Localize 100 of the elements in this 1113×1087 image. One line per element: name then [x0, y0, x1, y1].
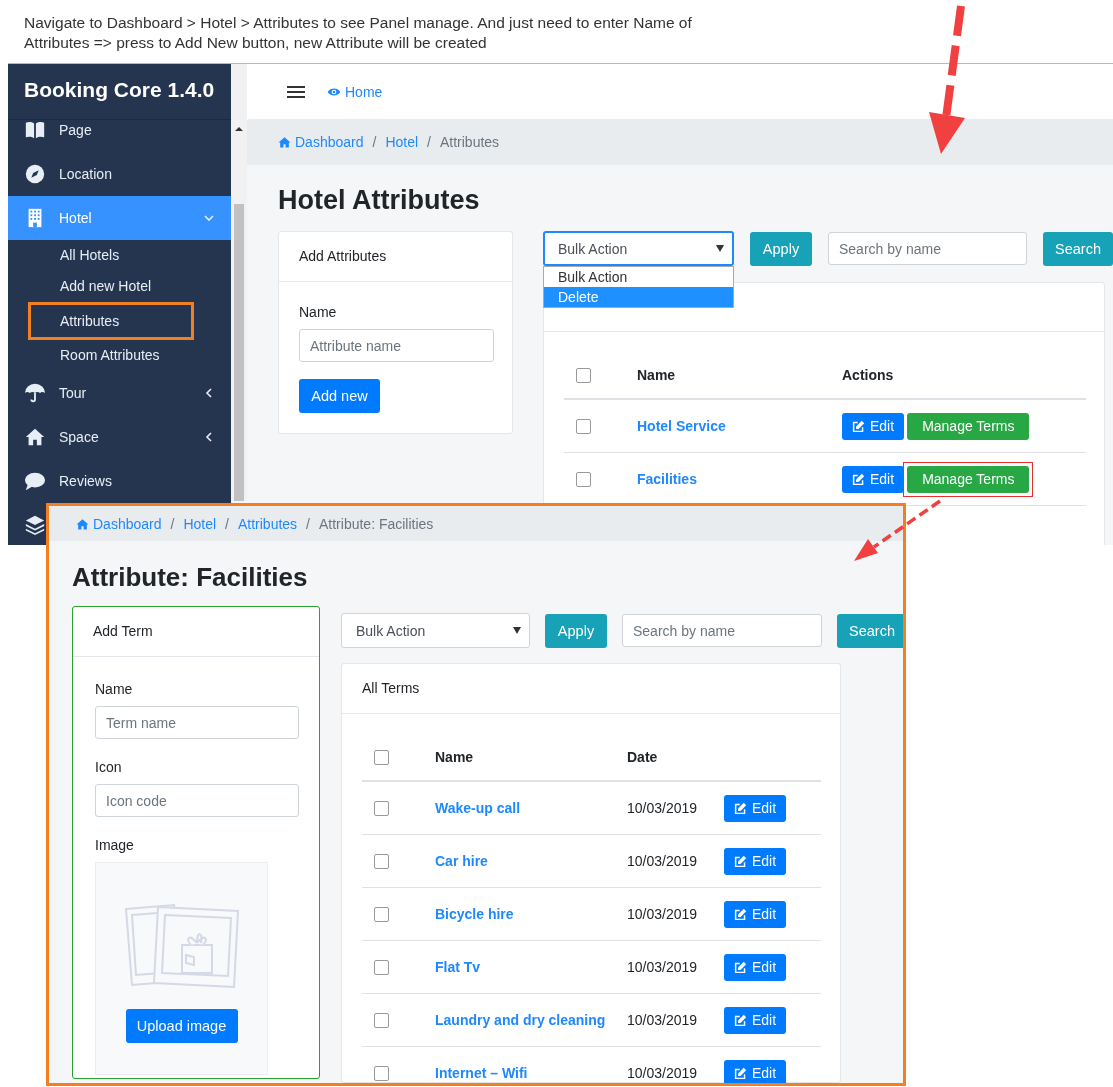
- book-icon: [24, 119, 46, 141]
- name-field[interactable]: Attribute name: [299, 329, 494, 362]
- checkbox[interactable]: [576, 418, 591, 434]
- sidebar-item[interactable]: Location: [8, 152, 231, 196]
- compass-icon: [24, 163, 46, 185]
- field-label: Name: [95, 681, 133, 697]
- scrollbar[interactable]: [231, 64, 247, 501]
- checkbox[interactable]: [374, 906, 389, 922]
- umbrella-icon: [24, 382, 46, 404]
- search-field[interactable]: Search by name: [622, 614, 822, 647]
- breadcrumb-link[interactable]: Hotel: [385, 134, 419, 150]
- edit-icon: [734, 801, 747, 815]
- sidebar-item[interactable]: Space: [8, 415, 231, 459]
- dropdown-option[interactable]: Bulk Action: [544, 267, 733, 287]
- checkbox[interactable]: [374, 1012, 389, 1028]
- card-title: All Terms: [342, 664, 840, 714]
- edit-button[interactable]: Edit: [724, 1006, 787, 1034]
- manage-terms-button[interactable]: Manage Terms: [907, 465, 1030, 493]
- checkbox[interactable]: [374, 959, 389, 975]
- column-header: Actions: [842, 367, 894, 383]
- edit-button[interactable]: Edit: [724, 953, 787, 981]
- breadcrumb-link[interactable]: Hotel: [183, 515, 217, 532]
- submenu-item[interactable]: Add new Hotel: [28, 271, 194, 302]
- edit-icon: [852, 419, 865, 433]
- checkbox[interactable]: [576, 367, 591, 383]
- attribute-link[interactable]: Facilities: [637, 471, 697, 487]
- breadcrumb-link[interactable]: Dashboard: [295, 134, 364, 150]
- edit-icon: [734, 960, 747, 974]
- breadcrumb-separator: /: [170, 515, 175, 532]
- manage-terms-button[interactable]: Manage Terms: [907, 412, 1030, 440]
- home-icon: [24, 426, 46, 448]
- checkbox[interactable]: [374, 853, 389, 869]
- breadcrumb-link[interactable]: Dashboard: [93, 515, 162, 532]
- term-link[interactable]: Flat Tv: [435, 959, 481, 975]
- search-button[interactable]: Search: [837, 613, 903, 648]
- column-header: Name: [637, 367, 677, 383]
- column-header: Name: [435, 749, 475, 765]
- breadcrumb-separator: /: [225, 515, 229, 532]
- checkbox[interactable]: [374, 1065, 389, 1081]
- date-cell-text: 10/03/2019: [627, 800, 699, 816]
- sidebar-item[interactable]: Reviews: [8, 459, 231, 503]
- submenu-item[interactable]: Attributes: [28, 302, 194, 340]
- card-title: Add Term: [73, 607, 319, 657]
- scroll-up-icon[interactable]: [235, 126, 243, 132]
- edit-button[interactable]: Edit: [842, 465, 905, 493]
- search-button[interactable]: Search: [1043, 231, 1113, 266]
- date-cell-text: 10/03/2019: [627, 906, 699, 922]
- breadcrumb-separator: /: [306, 515, 310, 532]
- term-link[interactable]: Bicycle hire: [435, 906, 514, 922]
- page-title: Hotel Attributes: [278, 184, 481, 217]
- page-title: Attribute: Facilities: [72, 561, 309, 594]
- text-field[interactable]: Term name: [95, 706, 299, 739]
- edit-icon: [734, 854, 747, 868]
- bulk-action-select[interactable]: Bulk Action: [341, 613, 530, 648]
- checkbox[interactable]: [374, 800, 389, 816]
- term-link[interactable]: Internet – Wifi: [435, 1065, 528, 1081]
- attribute-link[interactable]: Hotel Service: [637, 418, 726, 434]
- text-field[interactable]: Icon code: [95, 784, 299, 817]
- search-field[interactable]: Search by name: [828, 232, 1027, 265]
- home-icon: [76, 517, 89, 530]
- term-link[interactable]: Car hire: [435, 853, 488, 869]
- breadcrumb-link[interactable]: Attributes: [237, 515, 298, 532]
- apply-button[interactable]: Apply: [545, 613, 607, 648]
- field-label: Icon: [95, 759, 122, 775]
- apply-button[interactable]: Apply: [750, 231, 812, 266]
- edit-button[interactable]: Edit: [724, 847, 787, 875]
- term-link[interactable]: Wake-up call: [435, 800, 521, 816]
- upload-image-button[interactable]: Upload image: [125, 1009, 238, 1043]
- column-header: Date: [627, 749, 658, 765]
- add-new-button[interactable]: Add new: [299, 379, 380, 413]
- scroll-thumb[interactable]: [234, 204, 244, 501]
- term-link[interactable]: Laundry and dry cleaning: [435, 1012, 606, 1028]
- card-title: Add Attributes: [279, 232, 512, 282]
- eye-icon: [327, 86, 341, 97]
- sidebar-item[interactable]: Hotel: [8, 196, 231, 240]
- submenu-item[interactable]: All Hotels: [28, 240, 194, 271]
- home-link[interactable]: Home: [327, 83, 383, 100]
- field-label: Name: [299, 304, 337, 320]
- edit-button[interactable]: Edit: [724, 900, 787, 928]
- chevron-left-icon: [203, 387, 215, 399]
- edit-button[interactable]: Edit: [724, 1059, 787, 1083]
- caption-text: Navigate to Dashboard > Hotel > Attributes to see Panel manage. And just need to enter Name of Attributes => press to Add New button, new Attribute will be created: [23, 13, 693, 53]
- edit-button[interactable]: Edit: [842, 412, 905, 440]
- layers-icon: [24, 514, 46, 536]
- dropdown-option[interactable]: Delete: [544, 287, 733, 307]
- sidebar-item[interactable]: Tour: [8, 371, 231, 415]
- current-page-label: Attributes: [439, 134, 500, 150]
- edit-button[interactable]: Edit: [724, 794, 787, 822]
- submenu-item[interactable]: Room Attributes: [28, 340, 194, 371]
- chevron-left-icon: [203, 431, 215, 443]
- edit-icon: [734, 1013, 747, 1027]
- bulk-action-select[interactable]: Bulk Action: [543, 231, 734, 266]
- current-page-label: Attribute: Facilities: [319, 515, 434, 532]
- checkbox[interactable]: [576, 471, 591, 487]
- menu-icon[interactable]: [287, 84, 305, 99]
- date-cell-text: 10/03/2019: [627, 959, 699, 975]
- breadcrumb-separator: /: [372, 134, 377, 150]
- date-cell-text: 10/03/2019: [627, 1012, 699, 1028]
- edit-icon: [734, 907, 747, 921]
- checkbox[interactable]: [374, 749, 389, 765]
